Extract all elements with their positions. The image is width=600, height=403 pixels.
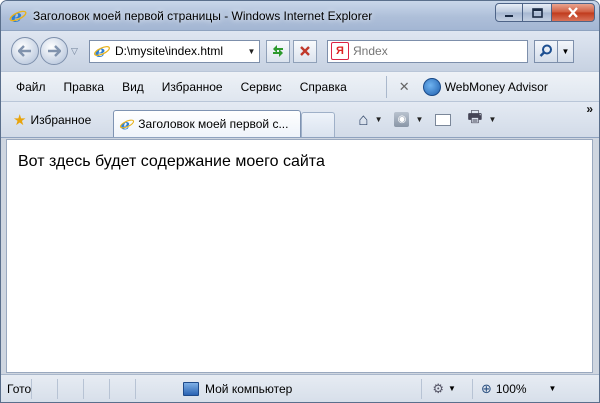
menu-tools[interactable]: Сервис — [232, 80, 291, 94]
stop-button[interactable] — [293, 39, 317, 63]
zoom-icon: ⊕ — [480, 380, 492, 396]
star-icon: ★ — [13, 111, 27, 129]
close-button[interactable] — [551, 3, 595, 22]
status-cell — [57, 378, 83, 399]
security-zone[interactable]: Мой компьютер — [183, 379, 292, 399]
address-dropdown-icon[interactable]: ▼ — [244, 47, 259, 56]
search-options-dropdown-icon[interactable]: ▼ — [558, 39, 574, 63]
status-cell — [31, 378, 57, 399]
yandex-icon: Я — [331, 42, 349, 60]
back-button[interactable] — [11, 37, 39, 65]
webmoney-icon — [422, 77, 441, 96]
feeds-dropdown-icon[interactable]: ▼ — [415, 115, 423, 124]
favorites-button[interactable]: ★ Избранное — [13, 111, 91, 129]
security-zone-label: Мой компьютер — [205, 381, 293, 396]
search-icon — [539, 44, 552, 57]
computer-icon — [183, 381, 199, 396]
search-input[interactable] — [353, 44, 523, 58]
menu-help[interactable]: Справка — [291, 80, 356, 94]
title-bar[interactable]: e Заголовок моей первой страницы - Windo… — [1, 1, 599, 31]
mail-icon[interactable] — [435, 113, 452, 126]
print-icon[interactable]: 🖶 — [467, 106, 482, 133]
browser-window: e Заголовок моей первой страницы - Windo… — [0, 0, 600, 403]
tab-active[interactable]: e Заголовок моей первой с... — [113, 110, 302, 137]
new-tab-button[interactable] — [301, 112, 336, 137]
search-box[interactable]: Я — [327, 39, 528, 63]
window-title: Заголовок моей первой страницы - Windows… — [33, 8, 373, 23]
protected-mode-button[interactable]: ⚙ ▼ — [432, 381, 456, 397]
svg-text:e: e — [121, 117, 130, 132]
search-button[interactable] — [534, 39, 558, 63]
protected-mode-dropdown-icon[interactable]: ▼ — [448, 384, 456, 393]
status-bar: Готово Мой компьютер ⚙ ▼ ⊕ 100% ▼ — [1, 374, 599, 402]
menu-favorites[interactable]: Избранное — [153, 80, 232, 94]
forward-button[interactable] — [40, 37, 68, 65]
status-cell — [109, 378, 135, 399]
webmoney-advisor-button[interactable]: WebMoney Advisor — [445, 80, 548, 94]
menu-edit[interactable]: Правка — [55, 80, 114, 94]
status-cell — [83, 378, 109, 399]
zoom-dropdown-icon[interactable]: ▼ — [549, 384, 557, 393]
zoom-level: 100% — [495, 381, 527, 396]
page-icon: e — [93, 42, 111, 61]
address-bar[interactable]: e D:\mysite\index.html ▼ — [89, 39, 260, 63]
status-cell — [135, 378, 161, 399]
tab-page-icon: e — [119, 116, 135, 133]
zoom-control[interactable]: ⊕ 100% ▼ — [471, 378, 557, 399]
chevron-more-icon[interactable]: » — [586, 102, 593, 116]
window-controls — [495, 3, 595, 22]
minimize-icon — [505, 14, 513, 17]
refresh-button[interactable] — [266, 39, 290, 63]
menu-divider — [385, 75, 387, 98]
maximize-icon — [531, 7, 543, 18]
addon-close-icon[interactable]: ✕ — [399, 79, 410, 95]
address-text[interactable]: D:\mysite\index.html — [115, 44, 244, 58]
home-dropdown-icon[interactable]: ▼ — [375, 115, 383, 124]
home-icon[interactable]: ⌂ — [358, 110, 368, 130]
page-content[interactable]: Вот здесь будет содержание моего сайта — [6, 139, 593, 373]
menu-view[interactable]: Вид — [113, 80, 153, 94]
print-dropdown-icon[interactable]: ▼ — [489, 115, 497, 124]
status-spacer — [292, 378, 423, 399]
feeds-icon[interactable]: ◉ — [394, 112, 410, 127]
protected-mode-icon: ⚙ — [432, 380, 445, 396]
navigation-bar: ▽ e D:\mysite\index.html ▼ Я ▼ — [1, 31, 599, 71]
close-icon — [568, 7, 578, 18]
favorites-label: Избранное — [30, 112, 92, 127]
history-dropdown-icon[interactable]: ▽ — [71, 46, 83, 57]
tab-title: Заголовок моей первой с... — [138, 117, 289, 131]
arrow-left-icon — [18, 45, 31, 57]
menu-file[interactable]: Файл — [1, 80, 55, 94]
ie-logo-icon: e — [9, 7, 27, 25]
refresh-icon — [273, 45, 283, 57]
arrow-right-icon — [48, 45, 61, 57]
stop-icon — [300, 46, 310, 56]
status-text: Готово — [7, 381, 31, 396]
minimize-button[interactable] — [495, 3, 523, 22]
favorites-tab-bar: ★ Избранное e Заголовок моей первой с...… — [1, 102, 599, 138]
menu-bar: Файл Правка Вид Избранное Сервис Справка… — [1, 71, 599, 102]
maximize-button[interactable] — [523, 3, 551, 22]
content-text: Вот здесь будет содержание моего сайта — [18, 153, 325, 170]
